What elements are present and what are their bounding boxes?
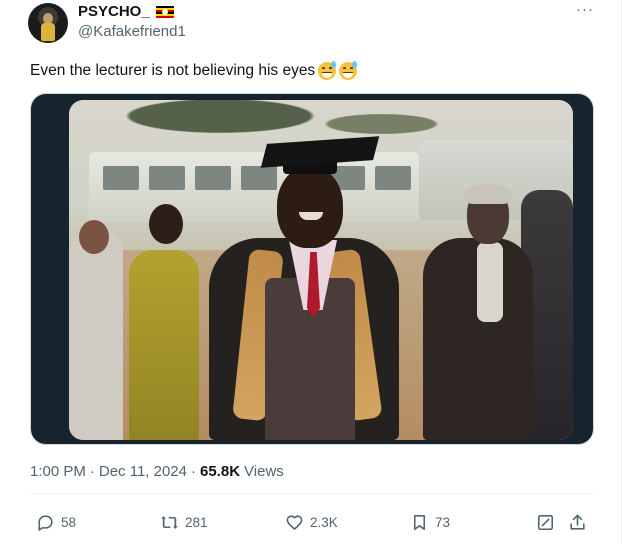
author-name-row: PSYCHO_ [78, 3, 174, 21]
grinning-sweat-emoji [318, 61, 337, 80]
retweet-count: 281 [185, 514, 208, 530]
views-count[interactable]: 65.8K [200, 462, 240, 482]
bookmark-button[interactable]: 73 [410, 509, 450, 535]
bus-window [195, 166, 231, 190]
heart-icon [286, 514, 303, 530]
tweet-text: Even the lecturer is not believing his e… [30, 60, 358, 82]
video-person-head [79, 220, 109, 254]
reply-button[interactable]: 58 [36, 509, 76, 535]
author-display-name[interactable]: PSYCHO_ [78, 3, 150, 21]
bus-window [149, 166, 185, 190]
share-icon [570, 514, 585, 530]
grok-icon [537, 514, 554, 530]
more-options-icon[interactable]: ··· [576, 2, 594, 18]
video-frame[interactable] [69, 100, 573, 440]
grok-button[interactable] [536, 509, 555, 535]
views-label: Views [244, 463, 284, 480]
tweet-time[interactable]: 1:00 PM [30, 462, 86, 482]
uganda-flag-icon [155, 6, 174, 18]
bookmark-icon [413, 514, 426, 530]
emoji-sweat-drop [352, 61, 358, 68]
tweet-media-video[interactable] [30, 93, 594, 445]
bus-window [241, 166, 277, 190]
bus-window [375, 166, 411, 190]
tweet-card: PSYCHO_ @Kafakefriend1 ··· Even the lect… [0, 0, 622, 544]
reply-icon [38, 514, 53, 531]
share-button[interactable] [568, 509, 587, 535]
like-count: 2.3K [310, 514, 338, 530]
video-lecturer-cap [465, 184, 511, 204]
bookmark-count: 73 [435, 514, 451, 530]
tweet-date[interactable]: Dec 11, 2024 [99, 462, 187, 482]
reply-count: 58 [61, 514, 77, 530]
author-handle[interactable]: @Kafakefriend1 [78, 23, 186, 41]
flag-emblem [161, 9, 168, 15]
separator-dot: · [89, 463, 95, 480]
video-bus [89, 152, 419, 222]
tweet-action-bar: 58 281 2.3K 73 [0, 509, 622, 535]
tweet-timestamp: 1:00 PM · Dec 11, 2024 · 65.8K Views [30, 462, 284, 482]
retweet-icon [161, 515, 178, 529]
grinning-sweat-emoji [339, 61, 358, 80]
bus-window [103, 166, 139, 190]
tweet-text-content: Even the lecturer is not believing his e… [30, 62, 316, 79]
like-button[interactable]: 2.3K [285, 509, 338, 535]
divider [30, 493, 593, 494]
separator-dot: · [191, 463, 196, 480]
video-lecturer-scarf [477, 242, 503, 322]
avatar-figure-shape [41, 23, 55, 41]
retweet-button[interactable]: 281 [160, 509, 208, 535]
video-person-head [149, 204, 183, 244]
emoji-sweat-drop [331, 61, 337, 68]
video-graduate-head [277, 166, 343, 248]
video-person [129, 250, 199, 440]
flag-stripe [155, 16, 174, 18]
video-person [69, 230, 123, 440]
author-avatar[interactable] [28, 3, 68, 43]
